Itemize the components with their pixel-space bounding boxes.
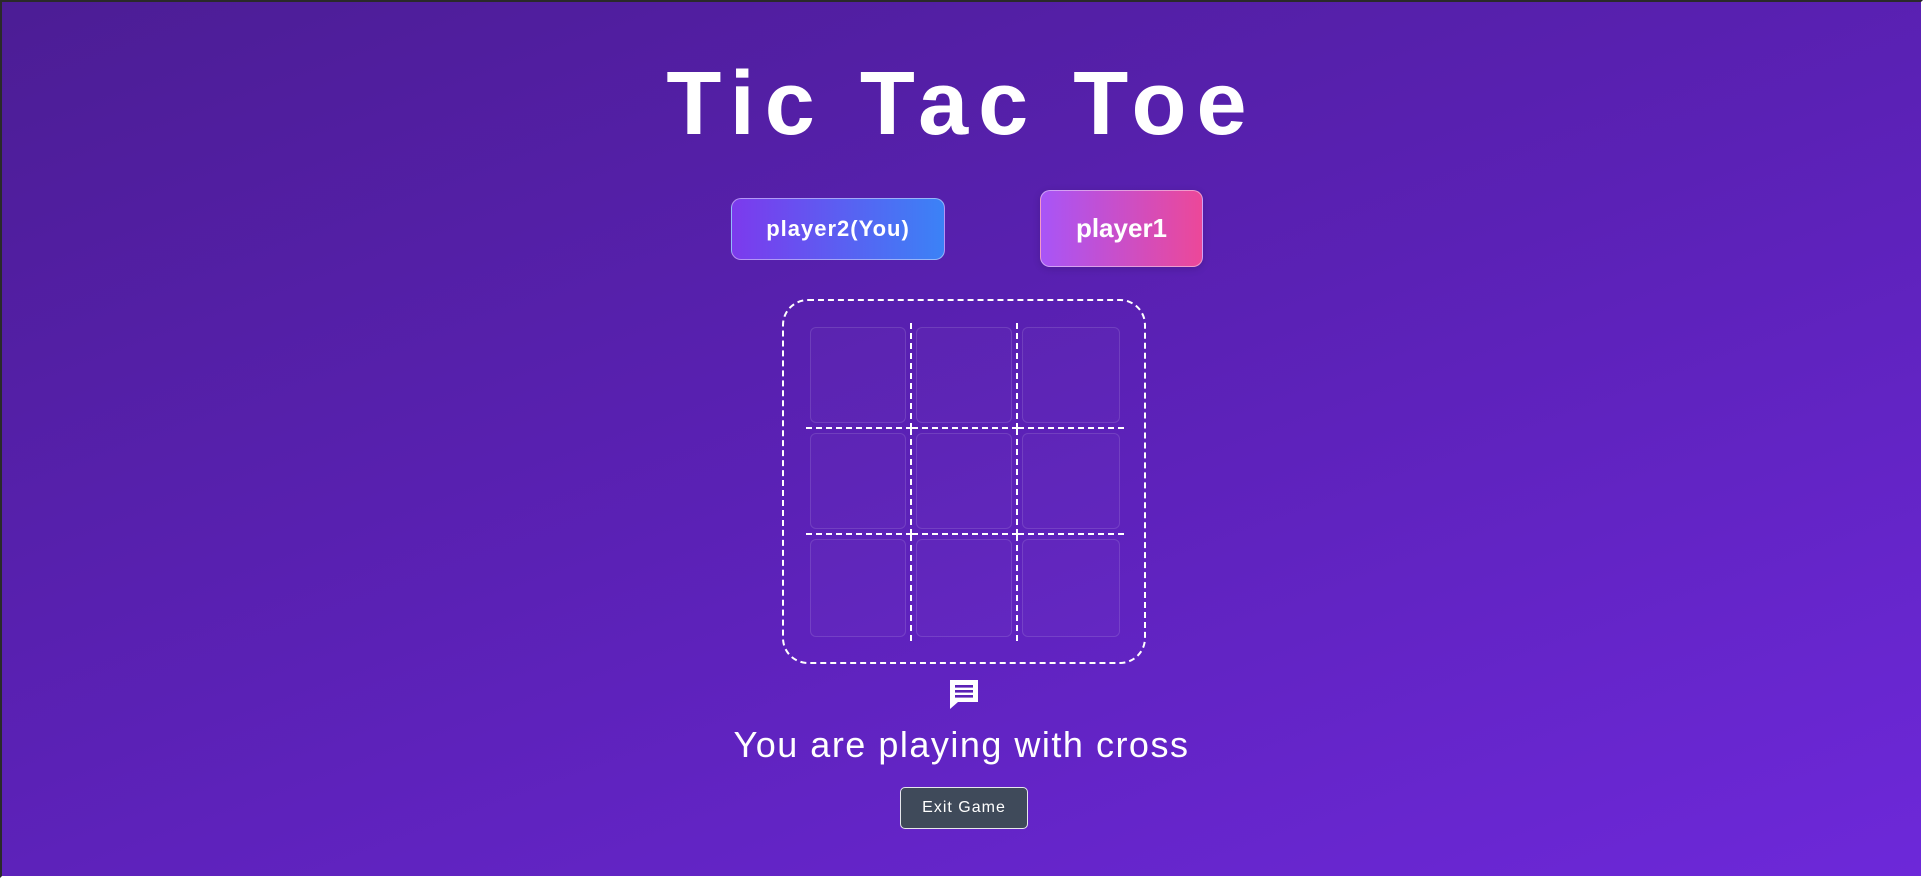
board-cell-1[interactable] — [806, 323, 912, 429]
board-cell-4[interactable] — [806, 429, 912, 535]
board-cell-2[interactable] — [912, 323, 1018, 429]
player-badge-opponent: player1 — [1040, 190, 1203, 267]
chat-icon-graphic — [950, 680, 978, 709]
game-screen: Tic Tac Toe player2(You) player1 You are… — [0, 0, 1923, 878]
game-board — [782, 299, 1146, 664]
board-cell-5[interactable] — [912, 429, 1018, 535]
page-title: Tic Tac Toe — [666, 54, 1257, 154]
board-cell-7[interactable] — [806, 535, 912, 641]
board-cell-6[interactable] — [1018, 429, 1124, 535]
board-cell-9[interactable] — [1018, 535, 1124, 641]
exit-game-button[interactable]: Exit Game — [900, 787, 1028, 829]
status-text: You are playing with cross — [733, 724, 1190, 765]
board-cell-8[interactable] — [912, 535, 1018, 641]
player-badge-you: player2(You) — [731, 198, 945, 260]
chat-icon[interactable] — [946, 676, 982, 712]
board-grid — [806, 323, 1124, 641]
board-cell-3[interactable] — [1018, 323, 1124, 429]
